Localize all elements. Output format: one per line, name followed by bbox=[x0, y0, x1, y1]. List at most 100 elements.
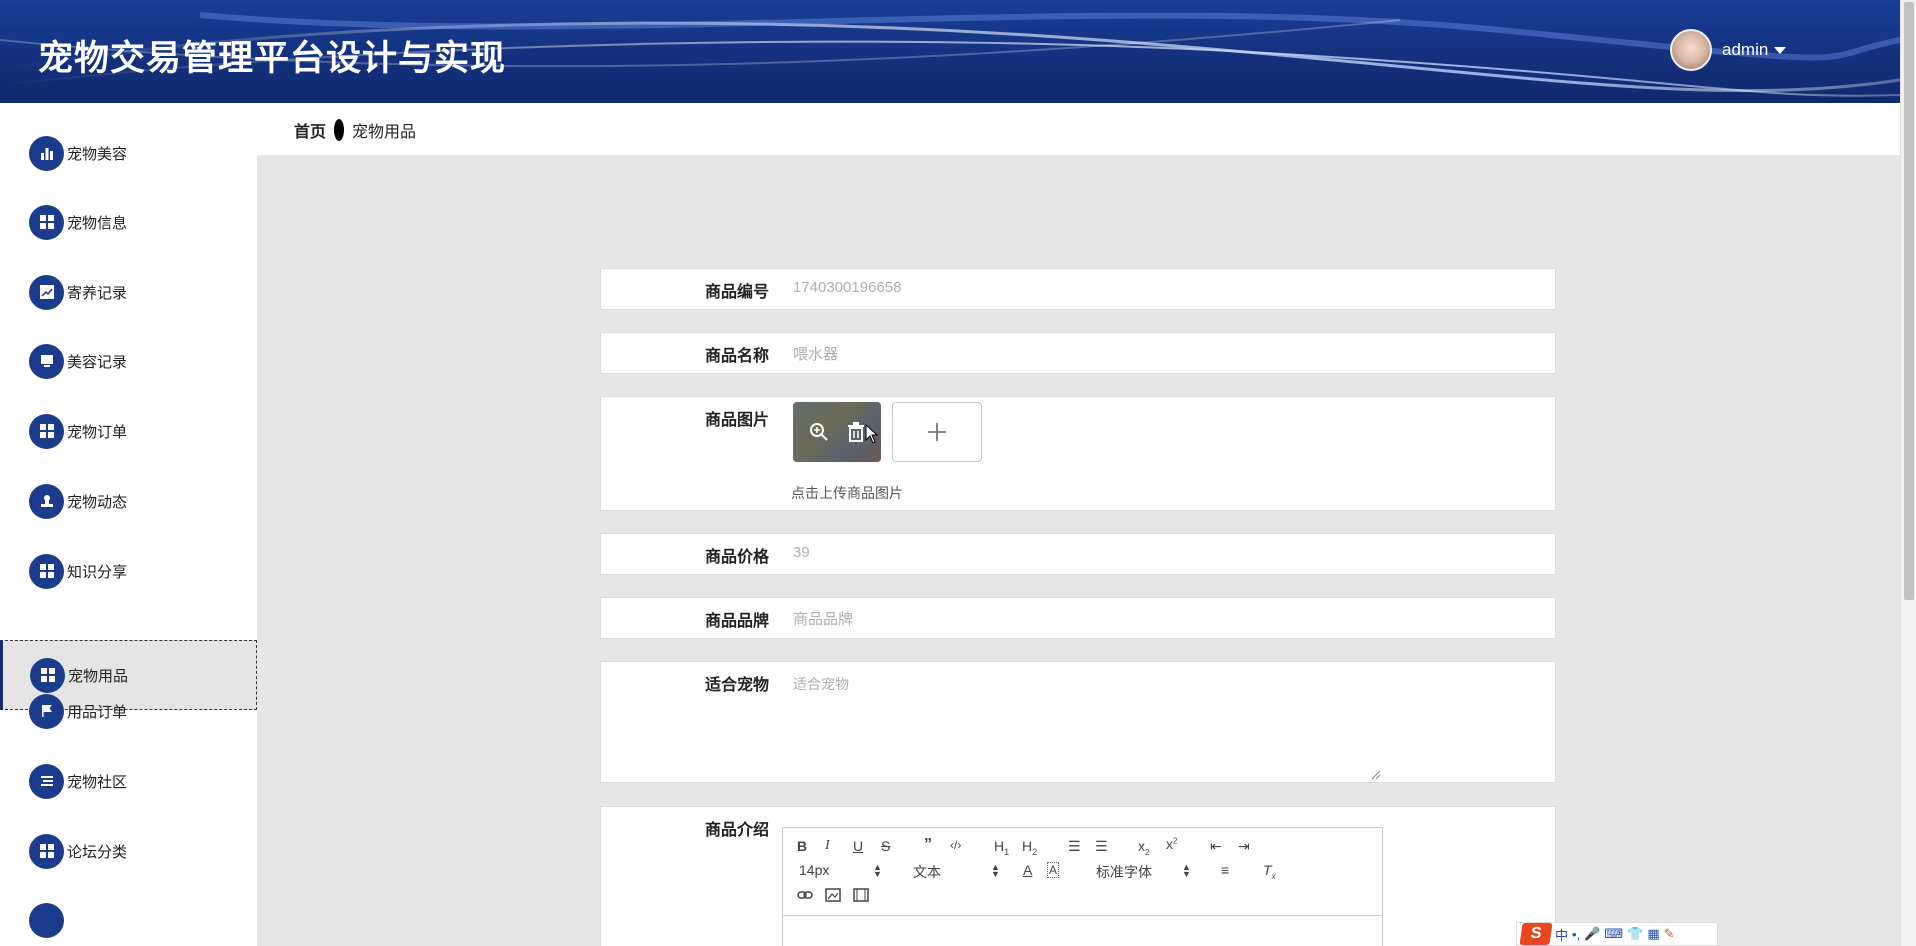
brand-input[interactable]: 商品品牌 bbox=[793, 608, 853, 629]
scrollbar-thumb[interactable] bbox=[1904, 2, 1914, 600]
select-arrows-icon: ▲ ▼ bbox=[1182, 862, 1191, 879]
italic-icon[interactable]: I bbox=[825, 838, 830, 854]
username[interactable]: admin bbox=[1722, 40, 1768, 60]
suitable-textarea[interactable]: 适合宠物 bbox=[793, 674, 849, 694]
select-arrows-icon: ▲ ▼ bbox=[873, 862, 882, 879]
sidebar-menu: 宠物美容 宠物信息 寄养记录 美容记录 宠物订单 宠物动态 知识分享 宠物用品 … bbox=[0, 103, 257, 946]
price-input[interactable]: 39 bbox=[793, 544, 810, 561]
sidebar-item-more[interactable] bbox=[0, 885, 257, 946]
clear-format-icon[interactable]: Tx bbox=[1263, 862, 1276, 881]
bold-icon[interactable]: B bbox=[797, 838, 807, 854]
background-color-icon[interactable]: A bbox=[1047, 862, 1060, 878]
caret-down-icon[interactable] bbox=[1774, 46, 1787, 54]
font-size-value: 14px bbox=[799, 862, 830, 878]
app-title: 宠物交易管理平台设计与实现 bbox=[38, 39, 507, 79]
sidebar-item-beauty-records[interactable]: 美容记录 bbox=[0, 326, 257, 396]
sidebar-item-label: 美容记录 bbox=[67, 353, 128, 371]
sidebar-item-pet-beauty[interactable]: 宠物美容 bbox=[0, 118, 257, 188]
code-label: 商品编号 bbox=[704, 284, 769, 301]
sogou-logo-icon[interactable]: S bbox=[1519, 923, 1553, 945]
superscript-icon[interactable]: x2 bbox=[1166, 836, 1177, 852]
sidebar-item-label: 知识分享 bbox=[67, 563, 128, 581]
blockquote-icon[interactable]: ” bbox=[924, 836, 932, 854]
zoom-in-icon[interactable] bbox=[809, 422, 829, 442]
skin-icon[interactable]: 👕 bbox=[1627, 926, 1643, 942]
image-icon[interactable] bbox=[825, 888, 841, 902]
outdent-icon[interactable]: ⇤ bbox=[1210, 838, 1222, 855]
form-row-image: 商品图片 点击上传商品图片 bbox=[600, 396, 1556, 511]
video-icon[interactable] bbox=[853, 888, 869, 902]
ordered-list-icon[interactable]: ☰ bbox=[1068, 838, 1081, 855]
sidebar-item-label: 宠物订单 bbox=[67, 423, 128, 441]
image-label: 商品图片 bbox=[704, 412, 769, 429]
form-row-price: 商品价格 39 bbox=[600, 533, 1556, 575]
intro-label: 商品介绍 bbox=[704, 822, 769, 839]
sidebar-item-label: 用品订单 bbox=[67, 703, 128, 721]
breadcrumb-separator-icon bbox=[334, 119, 345, 141]
sidebar-item-supply-orders[interactable]: 用品订单 bbox=[0, 676, 257, 746]
font-size-select[interactable]: 14px ▲ ▼ bbox=[799, 862, 885, 879]
page-scrollbar[interactable] bbox=[1900, 0, 1916, 946]
heading1-icon[interactable]: H1 bbox=[994, 838, 1009, 857]
link-icon[interactable] bbox=[797, 888, 813, 902]
form-row-code: 商品编号 1740300196658 bbox=[600, 268, 1556, 310]
header-select[interactable]: 文本 ▲ ▼ bbox=[913, 862, 1000, 882]
avatar[interactable] bbox=[1670, 29, 1712, 71]
sidebar-item-label: 宠物信息 bbox=[67, 214, 128, 232]
delete-icon[interactable] bbox=[847, 422, 865, 442]
form-row-intro: 商品介绍 B I U S ” ‹/› H1 H2 ☰ ☰ x2 x2 ⇤ ⇥ 1… bbox=[600, 806, 1556, 946]
punctuation-icon[interactable]: •, bbox=[1572, 927, 1580, 942]
grid-icon bbox=[29, 204, 64, 240]
form-row-name: 商品名称 喂水器 bbox=[600, 332, 1556, 374]
tools-icon[interactable]: ✎ bbox=[1664, 926, 1675, 942]
font-family-select[interactable]: 标准字体 ▲ ▼ bbox=[1096, 862, 1192, 882]
apps-grid-icon[interactable]: ▦ bbox=[1647, 926, 1659, 942]
trend-chart-icon bbox=[29, 274, 64, 310]
keyboard-icon[interactable]: ⌨ bbox=[1604, 926, 1623, 942]
sidebar-item-knowledge-share[interactable]: 知识分享 bbox=[0, 536, 257, 606]
list-icon bbox=[29, 763, 64, 799]
microphone-icon[interactable]: 🎤 bbox=[1584, 926, 1600, 942]
name-label: 商品名称 bbox=[704, 348, 769, 365]
ime-toolbar[interactable]: S 中 •, 🎤 ⌨ 👕 ▦ ✎ bbox=[1516, 922, 1718, 946]
ime-lang[interactable]: 中 bbox=[1555, 925, 1568, 944]
sidebar-item-label: 宠物动态 bbox=[67, 493, 128, 511]
form-row-brand: 商品品牌 商品品牌 bbox=[600, 597, 1556, 639]
heading2-icon[interactable]: H2 bbox=[1022, 838, 1037, 857]
breadcrumb-home[interactable]: 首页 bbox=[294, 118, 326, 142]
sidebar-item-boarding-records[interactable]: 寄养记录 bbox=[0, 257, 257, 327]
top-header: 宠物交易管理平台设计与实现 admin bbox=[0, 0, 1900, 103]
breadcrumb-bar: 首页 宠物用品 bbox=[257, 103, 1900, 155]
code-block-icon[interactable]: ‹/› bbox=[950, 838, 961, 852]
code-input[interactable]: 1740300196658 bbox=[793, 279, 901, 296]
select-arrows-icon: ▲ ▼ bbox=[991, 862, 1000, 879]
user-menu[interactable]: admin bbox=[1670, 29, 1787, 71]
header-select-value: 文本 bbox=[913, 864, 941, 880]
indent-icon[interactable]: ⇥ bbox=[1238, 838, 1250, 855]
sidebar-item-forum-categories[interactable]: 论坛分类 bbox=[0, 816, 257, 886]
upload-button[interactable] bbox=[892, 402, 982, 462]
suitable-label: 适合宠物 bbox=[704, 677, 769, 694]
partial-menu-icon bbox=[29, 902, 64, 938]
align-icon[interactable]: ≡ bbox=[1221, 862, 1229, 878]
bar-chart-icon bbox=[29, 135, 64, 171]
grid-icon bbox=[29, 833, 64, 869]
brand-label: 商品品牌 bbox=[704, 613, 769, 630]
flag-icon bbox=[29, 693, 64, 729]
grid-icon bbox=[29, 413, 64, 449]
resize-handle-icon[interactable] bbox=[1371, 770, 1381, 780]
font-color-icon[interactable]: A bbox=[1023, 862, 1032, 878]
sidebar-item-pet-news[interactable]: 宠物动态 bbox=[0, 466, 257, 536]
price-label: 商品价格 bbox=[704, 549, 769, 566]
bullet-list-icon[interactable]: ☰ bbox=[1095, 838, 1108, 855]
sidebar-item-pet-orders[interactable]: 宠物订单 bbox=[0, 396, 257, 466]
name-input[interactable]: 喂水器 bbox=[793, 343, 838, 364]
mouse-cursor-icon bbox=[865, 424, 879, 444]
sidebar-item-label: 宠物美容 bbox=[67, 145, 128, 163]
font-family-value: 标准字体 bbox=[1096, 864, 1152, 880]
subscript-icon[interactable]: x2 bbox=[1138, 838, 1149, 857]
strike-icon[interactable]: S bbox=[881, 838, 890, 854]
sidebar-item-pet-info[interactable]: 宠物信息 bbox=[0, 187, 257, 257]
sidebar-item-pet-community[interactable]: 宠物社区 bbox=[0, 746, 257, 816]
underline-icon[interactable]: U bbox=[853, 838, 863, 854]
